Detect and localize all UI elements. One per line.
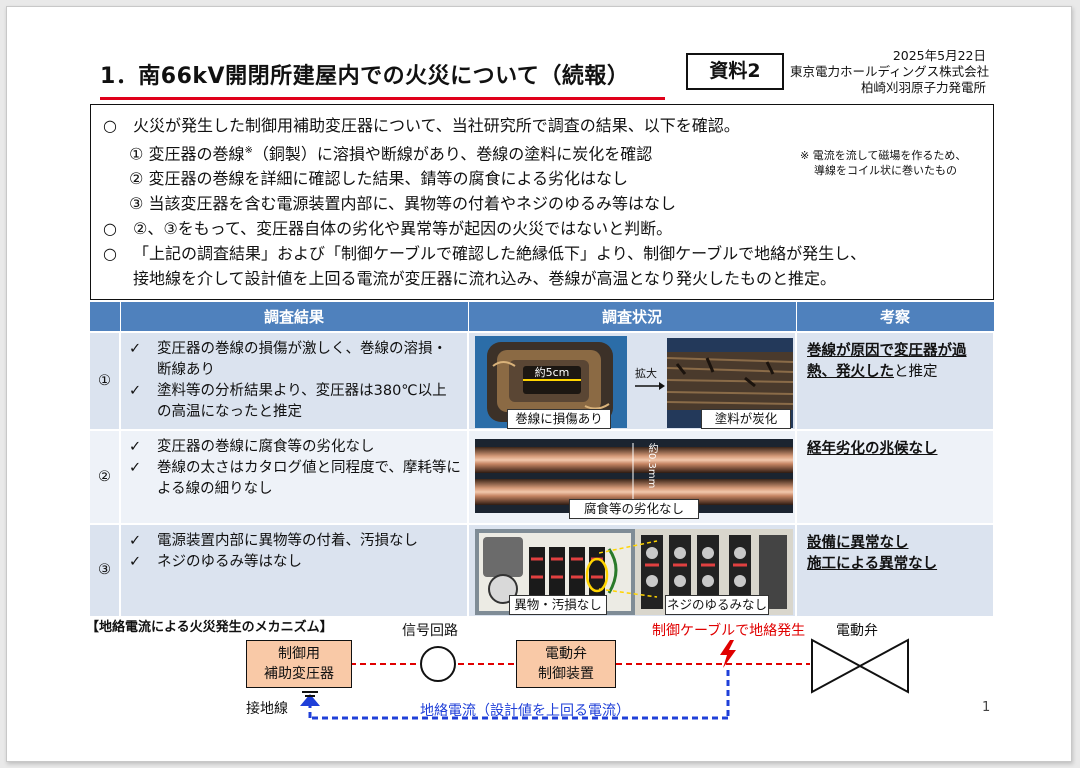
title-underline bbox=[100, 97, 665, 100]
header-plant: 柏崎刈羽原子力発電所 bbox=[860, 80, 986, 95]
summary-item-3: ③ 当該変圧器を含む電源装置内部に、異物等の付着やネジのゆるみ等はなし bbox=[129, 194, 676, 214]
control-aux-transformer-box: 制御用 補助変圧器 bbox=[246, 640, 352, 688]
table-header-row: 調査結果 調査状況 考察 bbox=[90, 302, 995, 332]
motor-valve-label: 電動弁 bbox=[836, 623, 878, 639]
arrow-right-icon bbox=[635, 382, 665, 390]
footnote: ※ 電流を流して磁場を作るため、 導線をコイル状に巻いたもの bbox=[800, 149, 967, 177]
lightning-icon bbox=[720, 640, 736, 668]
page-number: 1 bbox=[982, 700, 991, 715]
summary-paragraph-3: ○ 「上記の調査結果」および「制御ケーブルで確認した絶縁低下」より、制御ケーブルで… bbox=[103, 244, 867, 264]
check-icon: ✓ bbox=[129, 439, 142, 455]
header-discussion: 考察 bbox=[796, 302, 995, 332]
header-results: 調査結果 bbox=[120, 302, 469, 332]
ground-wire-label: 接地線 bbox=[246, 701, 288, 717]
zoom-indicator-lines bbox=[599, 540, 658, 598]
investigation-table: 調査結果 調査状況 考察 ① ✓ 変圧器の巻線の損傷が激しく、巻線の溶損・断線あり… bbox=[90, 302, 995, 616]
header-date: 2025年5月22日 bbox=[892, 48, 986, 63]
row-number: ② bbox=[90, 429, 121, 524]
valve-control-device-box: 電動弁 制御装置 bbox=[516, 640, 616, 688]
check-icon: ✓ bbox=[129, 460, 142, 476]
check-item: ✓ 変圧器の巻線に腐食等の劣化なし bbox=[129, 437, 461, 458]
valve-icon bbox=[811, 638, 909, 694]
check-item: ✓ ネジのゆるみ等はなし bbox=[129, 552, 461, 573]
summary-paragraph-1: ○ 火災が発生した制御用補助変圧器について、当社研究所で調査の結果、以下を確認。 bbox=[103, 116, 740, 135]
check-item: ✓ 塗料等の分析結果より、変圧器は380℃以上の高温になったと推定 bbox=[129, 381, 461, 423]
page-title: 1．南66kV開閉所建屋内での火災について（続報） bbox=[100, 64, 630, 89]
dimension-label-03mm: 約0.3mm bbox=[646, 443, 657, 489]
discussion-cell: 経年劣化の兆候なし bbox=[796, 429, 995, 524]
signal-circuit-label: 信号回路 bbox=[402, 623, 458, 639]
check-icon: ✓ bbox=[129, 554, 142, 570]
summary-paragraph-3-cont: 接地線を介して設計値を上回る電流が変圧器に流れ込み、巻線が高温となり発火したもの… bbox=[133, 269, 837, 289]
photo-cell: 異物・汚損なし ネジのゆるみなし bbox=[468, 523, 797, 616]
caption-no-foreign-matter: 異物・汚損なし bbox=[509, 595, 607, 615]
check-item: ✓ 変圧器の巻線の損傷が激しく、巻線の溶損・断線あり bbox=[129, 339, 461, 381]
check-icon: ✓ bbox=[129, 383, 142, 399]
check-item: ✓ 電源装置内部に異物等の付着、汚損なし bbox=[129, 531, 461, 552]
caption-winding-damage: 巻線に損傷あり bbox=[507, 409, 611, 429]
discussion-cell: 巻線が原因で変圧器が過熱、発火したと推定 bbox=[796, 331, 995, 430]
table-row: ② ✓ 変圧器の巻線に腐食等の劣化なし ✓ 巻線の太さはカタログ値と同程度で、摩耗等… bbox=[90, 429, 995, 524]
header-info: 2025年5月22日 東京電力ホールディングス株式会社 柏崎刈羽原子力発電所 bbox=[790, 48, 990, 96]
caption-no-corrosion: 腐食等の劣化なし bbox=[569, 499, 699, 519]
document-label: 資料2 bbox=[686, 53, 784, 90]
result-cell: ✓ 変圧器の巻線の損傷が激しく、巻線の溶損・断線あり ✓ 塗料等の分析結果より、変圧… bbox=[120, 331, 469, 430]
dimension-label-5cm: 約5cm bbox=[535, 365, 570, 379]
photo-cell: 約0.3mm 腐食等の劣化なし bbox=[468, 429, 797, 524]
header-status: 調査状況 bbox=[468, 302, 797, 332]
result-cell: ✓ 変圧器の巻線に腐食等の劣化なし ✓ 巻線の太さはカタログ値と同程度で、摩耗等によ… bbox=[120, 429, 469, 524]
check-item: ✓ 巻線の太さはカタログ値と同程度で、摩耗等による線の細りなし bbox=[129, 458, 461, 500]
ground-fault-label: 制御ケーブルで地絡発生 bbox=[652, 623, 806, 639]
signal-circuit-icon bbox=[420, 646, 456, 682]
row-number: ③ bbox=[90, 523, 121, 616]
discussion-line-1: 設備に異常なし bbox=[807, 535, 909, 551]
caption-carbonized: 塗料が炭化 bbox=[701, 409, 791, 429]
discussion-cell: 設備に異常なし 施工による異常なし bbox=[796, 523, 995, 616]
caption-no-loose-screws: ネジのゆるみなし bbox=[665, 595, 769, 615]
fault-current-label: 地絡電流（設計値を上回る電流） bbox=[420, 703, 630, 719]
header-company: 東京電力ホールディングス株式会社 bbox=[790, 64, 990, 79]
row-number: ① bbox=[90, 331, 121, 430]
table-row: ③ ✓ 電源装置内部に異物等の付着、汚損なし ✓ ネジのゆるみ等はなし 異物・汚… bbox=[90, 523, 995, 616]
check-icon: ✓ bbox=[129, 533, 142, 549]
table-row: ① ✓ 変圧器の巻線の損傷が激しく、巻線の溶損・断線あり ✓ 塗料等の分析結果より、… bbox=[90, 331, 995, 430]
check-icon: ✓ bbox=[129, 341, 142, 357]
photo-cell: 約5cm 拡大 巻線に損傷あり 塗料が炭化 bbox=[468, 331, 797, 430]
result-cell: ✓ 電源装置内部に異物等の付着、汚損なし ✓ ネジのゆるみ等はなし bbox=[120, 523, 469, 616]
summary-paragraph-2: ○ ②、③をもって、変圧器自体の劣化や異常等が起因の火災ではないと判断。 bbox=[103, 219, 673, 239]
discussion-line-2: 施工による異常なし bbox=[807, 556, 938, 572]
summary-box: ○ 火災が発生した制御用補助変圧器について、当社研究所で調査の結果、以下を確認。 … bbox=[90, 104, 994, 300]
